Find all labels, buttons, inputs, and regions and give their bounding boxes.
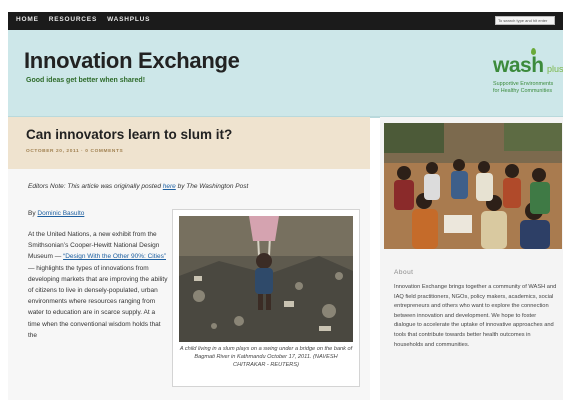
post-figure: A child living in a slum plays on a swin… xyxy=(172,209,360,387)
byline-prefix: By xyxy=(28,210,38,217)
post-article: Can innovators learn to slum it? OCTOBER… xyxy=(8,117,370,400)
top-nav: HOME RESOURCES WASHPLUS xyxy=(16,16,150,23)
logo-word: wash xyxy=(493,54,544,77)
editors-note: Editors Note: This article was originall… xyxy=(28,183,248,190)
washplus-logo[interactable]: wash plus Supportive Environments for He… xyxy=(493,48,563,108)
byline: By Dominic Basulto xyxy=(28,210,84,217)
slum-swing-photo xyxy=(179,216,353,342)
exhibit-link[interactable]: “Design With the Other 90%: Cities” xyxy=(63,253,166,260)
body-part2: — highlights the types of innovations fr… xyxy=(28,264,168,339)
logo-subtitle-line2: for Healthy Communities xyxy=(493,88,553,94)
photo-caption: A child living in a slum plays on a swin… xyxy=(179,346,353,368)
search-input[interactable]: To search type and hit enter xyxy=(495,16,555,25)
post-meta: OCTOBER 20, 2011 · 0 COMMENTS xyxy=(26,149,124,154)
nav-item-washplus[interactable]: WASHPLUS xyxy=(107,16,150,23)
top-nav-bar: HOME RESOURCES WASHPLUS To search type a… xyxy=(8,12,563,30)
logo-subtitle-line1: Supportive Environments xyxy=(493,81,554,87)
post-title[interactable]: Can innovators learn to slum it? xyxy=(26,127,232,142)
site-tagline: Good ideas get better when shared! xyxy=(26,77,146,84)
about-text: Innovation Exchange brings together a co… xyxy=(394,284,557,348)
about-heading: About xyxy=(394,269,414,276)
original-post-link[interactable]: here xyxy=(163,183,176,190)
post-header: Can innovators learn to slum it? OCTOBER… xyxy=(8,117,370,169)
logo-plus: plus xyxy=(547,64,563,74)
logo-subtitle: Supportive Environments for Healthy Comm… xyxy=(493,81,553,95)
community-meeting-photo[interactable] xyxy=(384,123,562,249)
nav-item-resources[interactable]: RESOURCES xyxy=(49,16,97,23)
post-body: At the United Nations, a new exhibit fro… xyxy=(28,229,168,341)
sidebar: About Innovation Exchange brings togethe… xyxy=(380,117,563,400)
note-prefix: Editors Note: This article was originall… xyxy=(28,183,163,190)
site-title[interactable]: Innovation Exchange xyxy=(24,48,240,74)
note-suffix: by The Washington Post xyxy=(175,183,249,190)
nav-item-home[interactable]: HOME xyxy=(16,16,39,23)
site-header: Innovation Exchange Good ideas get bette… xyxy=(8,30,563,118)
author-link[interactable]: Dominic Basulto xyxy=(37,210,84,217)
